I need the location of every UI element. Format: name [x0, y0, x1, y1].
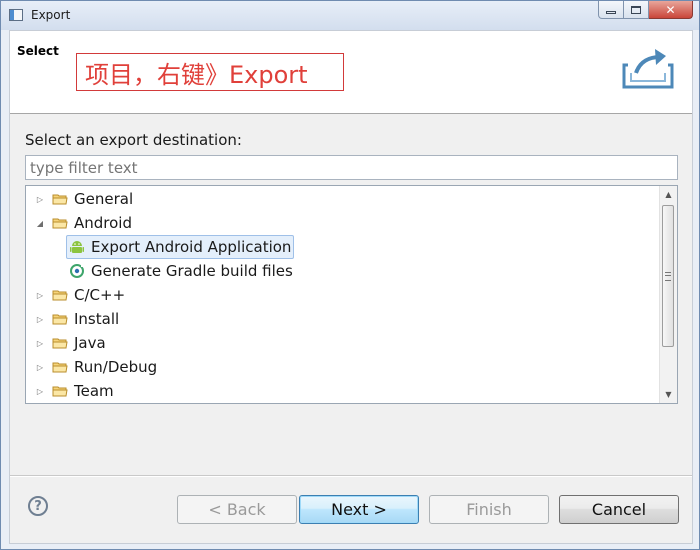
expand-arrow-icon[interactable]: ▷ — [34, 193, 46, 205]
expand-arrow-icon[interactable]: ▷ — [34, 337, 46, 349]
filter-input[interactable] — [25, 155, 678, 180]
tree-item-team[interactable]: ▷ Team — [34, 380, 114, 402]
tree-item-label: Install — [74, 310, 120, 328]
expand-arrow-icon[interactable]: ▷ — [34, 385, 46, 397]
folder-icon — [52, 313, 68, 325]
close-icon: ✕ — [665, 2, 676, 17]
window-title: Export — [31, 8, 71, 22]
grip-icon — [665, 271, 671, 281]
footer-divider — [10, 475, 692, 477]
expand-arrow-icon[interactable]: ▷ — [34, 313, 46, 325]
vertical-scrollbar[interactable]: ▲ ▼ — [659, 186, 677, 403]
close-button[interactable]: ✕ — [649, 1, 693, 19]
expand-arrow-icon[interactable]: ▷ — [34, 361, 46, 373]
scroll-up-arrow-icon[interactable]: ▲ — [660, 186, 677, 203]
tree-item-run-debug[interactable]: ▷ Run/Debug — [34, 356, 157, 378]
maximize-icon — [631, 5, 641, 14]
tree-item-label: C/C++ — [74, 286, 126, 304]
scroll-down-arrow-icon[interactable]: ▼ — [660, 386, 677, 403]
tree-item-export-android-application[interactable]: Export Android Application — [66, 235, 295, 259]
tree-item-c-cpp[interactable]: ▷ C/C++ — [34, 284, 125, 306]
folder-icon — [52, 217, 68, 229]
folder-icon — [52, 361, 68, 373]
wizard-header: Select 项目，右键》Export — [10, 31, 692, 114]
expand-arrow-icon[interactable]: ▷ — [34, 289, 46, 301]
tree-item-label: General — [74, 190, 134, 208]
scrollbar-thumb[interactable] — [662, 205, 674, 347]
tree-item-label: Run/Debug — [74, 358, 158, 376]
folder-icon — [52, 385, 68, 397]
maximize-button[interactable] — [624, 1, 649, 19]
tree-item-general[interactable]: ▷ General — [34, 188, 133, 210]
page-title: Select — [17, 44, 59, 58]
tree-item-install[interactable]: ▷ Install — [34, 308, 119, 330]
dialog-content: Select 项目，右键》Export Select an export des… — [9, 30, 693, 544]
export-icon — [622, 49, 674, 89]
annotation-box: 项目，右键》Export — [76, 53, 344, 91]
tree-item-generate-gradle-build-files[interactable]: Generate Gradle build files — [69, 260, 293, 282]
collapse-arrow-icon[interactable]: ◢ — [34, 217, 46, 229]
destination-tree[interactable]: ▷ General ◢ Android Export Android Appli… — [25, 185, 678, 404]
window-controls: ✕ — [598, 1, 693, 21]
tree-item-android[interactable]: ◢ Android — [34, 212, 132, 234]
tree-item-java[interactable]: ▷ Java — [34, 332, 106, 354]
title-bar[interactable]: Export ✕ — [1, 1, 699, 30]
minimize-icon — [606, 11, 616, 14]
minimize-button[interactable] — [598, 1, 624, 19]
tree-item-label: Team — [74, 382, 114, 400]
folder-icon — [52, 193, 68, 205]
finish-button[interactable]: Finish — [429, 495, 549, 524]
cancel-button[interactable]: Cancel — [559, 495, 679, 524]
window-icon — [9, 9, 23, 21]
gradle-icon — [70, 264, 84, 278]
folder-icon — [52, 289, 68, 301]
folder-icon — [52, 337, 68, 349]
tree-item-label: Export Android Application — [91, 238, 292, 256]
android-icon — [70, 241, 84, 253]
tree-item-label: Java — [74, 334, 106, 352]
next-button[interactable]: Next > — [299, 495, 419, 524]
export-dialog: Export ✕ Select 项目，右键》Export Select an e… — [0, 0, 700, 550]
back-button[interactable]: < Back — [177, 495, 297, 524]
destination-label: Select an export destination: — [25, 131, 242, 149]
tree-item-label: Android — [74, 214, 132, 232]
help-icon[interactable]: ? — [28, 496, 48, 516]
tree-item-label: Generate Gradle build files — [91, 262, 293, 280]
